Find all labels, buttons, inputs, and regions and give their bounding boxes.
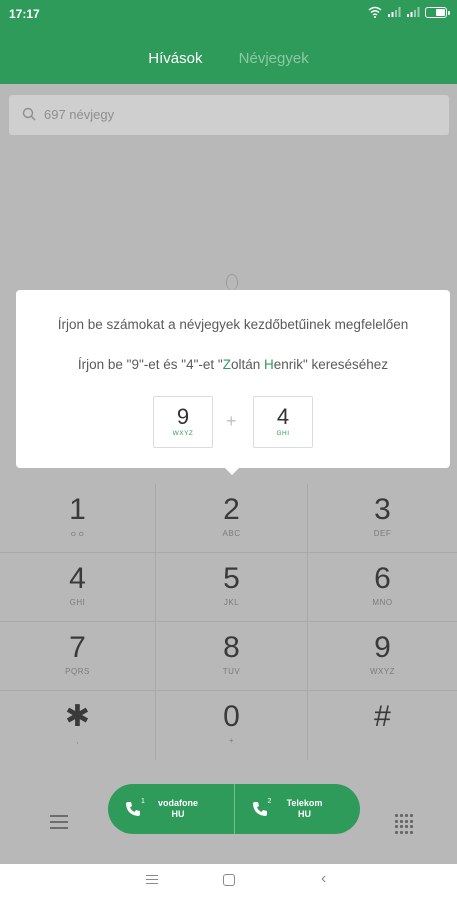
tab-calls[interactable]: Hívások xyxy=(148,50,202,67)
dial-key-6[interactable]: 6 MNO xyxy=(308,553,457,622)
status-icons xyxy=(368,6,450,18)
tip-key-9: 9 WXYZ xyxy=(153,396,213,448)
nav-home-icon[interactable] xyxy=(223,874,235,886)
call-sim1-button[interactable]: 1 vodafone HU xyxy=(108,784,234,834)
phone-icon xyxy=(252,802,267,816)
dial-key-7[interactable]: 7 PQRS xyxy=(0,622,156,691)
wifi-icon xyxy=(368,6,382,18)
tab-bar: Hívások Névjegyek xyxy=(0,50,457,67)
tip-key-4: 4 GHI xyxy=(253,396,313,448)
status-bar: 17:17 xyxy=(0,0,457,28)
signal-icon xyxy=(388,7,401,17)
phone-icon xyxy=(126,802,140,816)
dial-key-2[interactable]: 2 ABC xyxy=(156,484,308,553)
tip-instruction: Írjon be számokat a névjegyek kezdőbetűi… xyxy=(57,317,409,332)
app-header: 17:17 Hívások Névjegyek xyxy=(0,0,457,84)
dial-key-5[interactable]: 5 JKL xyxy=(156,553,308,622)
call-sim2-button[interactable]: 2 Telekom HU xyxy=(233,784,361,834)
dial-key-1[interactable]: 1 ㅇㅇ xyxy=(0,484,156,553)
tip-pointer xyxy=(223,466,241,475)
tip-plus-sign: + xyxy=(226,411,237,431)
dial-key-0[interactable]: 0 + xyxy=(156,691,308,760)
keypad-toggle-icon[interactable] xyxy=(395,814,415,834)
search-bar[interactable]: 697 névjegy xyxy=(9,95,449,135)
search-input[interactable]: 697 névjegy xyxy=(44,107,114,122)
dial-key-8[interactable]: 8 TUV xyxy=(156,622,308,691)
dual-sim-call-button: 1 vodafone HU 2 Telekom HU xyxy=(108,784,360,834)
search-icon xyxy=(22,107,36,121)
empty-state-icon xyxy=(226,274,238,290)
dial-key-9[interactable]: 9 WXYZ xyxy=(308,622,457,691)
status-time: 17:17 xyxy=(9,7,40,21)
nav-menu-icon[interactable] xyxy=(146,875,158,885)
dial-key-4[interactable]: 4 GHI xyxy=(0,553,156,622)
system-navbar: ‹ xyxy=(0,864,457,897)
search-tip-popup: Írjon be számokat a névjegyek kezdőbetűi… xyxy=(16,290,450,468)
dial-key-3[interactable]: 3 DEF xyxy=(308,484,457,553)
menu-icon[interactable] xyxy=(50,815,68,829)
nav-back-icon[interactable]: ‹ xyxy=(321,871,326,887)
sim2-number: 2 xyxy=(267,798,272,805)
tip-example: Írjon be "9"-et és "4"-et "Zoltán Henrik… xyxy=(77,357,389,372)
dialpad: 1 ㅇㅇ 2 ABC 3 DEF 4 GHI 5 JKL 6 MNO 7 PQRS 8 TUV … xyxy=(0,484,457,760)
sim2-operator: Telekom HU xyxy=(286,798,323,819)
dial-key-star[interactable]: ✱, xyxy=(0,691,156,760)
sim1-number: 1 xyxy=(141,798,145,805)
battery-icon xyxy=(425,6,450,18)
tab-contacts[interactable]: Névjegyek xyxy=(239,50,309,67)
signal-icon-sim2 xyxy=(407,7,420,17)
dial-key-hash[interactable]: # xyxy=(308,691,457,760)
sim1-operator: vodafone HU xyxy=(157,798,198,819)
